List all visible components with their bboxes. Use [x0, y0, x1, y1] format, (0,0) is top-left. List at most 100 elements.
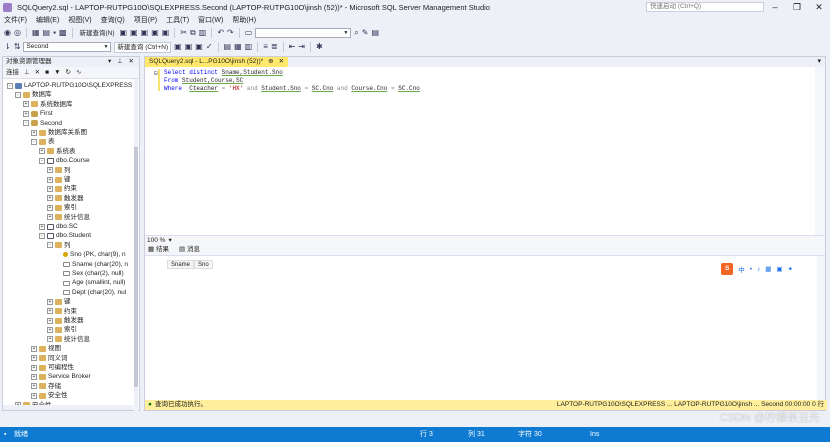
- collapse-icon[interactable]: -: [15, 92, 21, 99]
- available-databases-dropdown[interactable]: Second ▼: [23, 42, 112, 52]
- expand-icon[interactable]: +: [47, 317, 53, 324]
- tree-node[interactable]: - LAPTOP-RUTPG10O\SQLEXPRESS: [7, 81, 132, 90]
- tab-sqlquery2[interactable]: SQLQuery2.sql - L...PG10O\jinsh (52))* ⊕…: [145, 57, 289, 67]
- tree-node[interactable]: + 约束: [47, 184, 77, 193]
- debug-target-icon[interactable]: ▭: [245, 28, 253, 38]
- tools-icon[interactable]: ✦: [788, 265, 793, 273]
- refresh-icon[interactable]: ↻: [66, 67, 71, 79]
- collapse-icon[interactable]: -: [47, 242, 53, 249]
- panel-pin-icon[interactable]: ▾ ⊥ ✕: [108, 57, 139, 67]
- editor-scrollbar[interactable]: [815, 67, 825, 235]
- tree-node[interactable]: + 约束: [47, 307, 77, 316]
- expand-icon[interactable]: +: [47, 167, 53, 174]
- tree-node[interactable]: + 触发器: [47, 194, 84, 203]
- tree-node[interactable]: + 统计信息: [47, 213, 90, 222]
- expand-icon[interactable]: +: [31, 374, 37, 381]
- solution-config-dropdown[interactable]: ▼: [255, 28, 352, 38]
- chevron-down-icon[interactable]: ▾: [168, 236, 171, 245]
- menu-project[interactable]: 项目(P): [134, 15, 157, 25]
- cut-icon[interactable]: ✂: [180, 28, 187, 38]
- expand-icon[interactable]: +: [39, 148, 45, 155]
- expand-icon[interactable]: +: [47, 336, 53, 343]
- tree-node[interactable]: -列: [47, 241, 71, 250]
- column-header-sno[interactable]: Sno: [194, 260, 213, 269]
- expand-icon[interactable]: +: [47, 195, 53, 202]
- results-scrollbar[interactable]: [817, 256, 825, 402]
- collapse-icon[interactable]: -: [39, 233, 45, 240]
- quick-launch-input[interactable]: 快速启动 (Ctrl+Q): [646, 2, 764, 12]
- save-icon[interactable]: ▪: [53, 28, 56, 38]
- indent-icon[interactable]: ⇥: [298, 42, 305, 52]
- tab-overflow-icon[interactable]: ▾: [817, 57, 821, 67]
- execute-icon[interactable]: ▣: [174, 42, 182, 52]
- tab-messages[interactable]: ▤ 消息: [179, 245, 200, 255]
- tree-node[interactable]: + dbo.SC: [39, 222, 78, 231]
- tree-node[interactable]: + 列: [47, 166, 71, 175]
- parse-icon[interactable]: ✓: [206, 42, 213, 52]
- expand-icon[interactable]: +: [23, 101, 29, 108]
- tree-node[interactable]: Sname (char(20), n: [55, 260, 128, 269]
- menu-help[interactable]: 帮助(H): [232, 15, 256, 25]
- collapse-icon[interactable]: -: [23, 120, 29, 127]
- sogou-logo-icon[interactable]: S: [721, 263, 734, 275]
- minimize-button[interactable]: –: [764, 1, 786, 13]
- disconnect-icon[interactable]: ✕: [35, 67, 40, 79]
- tab-results[interactable]: ▦ 结果: [148, 245, 169, 255]
- skin-icon[interactable]: ▣: [776, 265, 782, 273]
- menu-query[interactable]: 查询(Q): [101, 15, 125, 25]
- collapse-icon[interactable]: -: [7, 82, 13, 89]
- expand-icon[interactable]: +: [39, 223, 45, 230]
- keyboard-icon[interactable]: ▦: [765, 265, 771, 273]
- filter-icon[interactable]: ▼: [54, 67, 60, 79]
- expand-icon[interactable]: +: [31, 383, 37, 390]
- comment-icon[interactable]: ≡: [263, 42, 268, 52]
- tree-node[interactable]: - dbo.Course: [39, 156, 90, 165]
- tree-node[interactable]: + 数据库关系图: [31, 128, 87, 137]
- results-text-icon[interactable]: ▤: [224, 42, 232, 52]
- tree-scrollbar-thumb[interactable]: [134, 147, 138, 387]
- tree-node[interactable]: + 索引: [47, 203, 77, 212]
- punctuation-icon[interactable]: •: [750, 266, 752, 273]
- tree-node[interactable]: + 索引: [47, 325, 77, 334]
- query-xmla-icon[interactable]: ▣: [151, 28, 159, 38]
- tree-node[interactable]: + 安全性: [31, 391, 68, 400]
- menu-file[interactable]: 文件(F): [4, 15, 27, 25]
- query-db-icon[interactable]: ▣: [120, 28, 128, 38]
- tree-node[interactable]: + 可编程性: [31, 363, 74, 372]
- tree-node[interactable]: Age (smallint, null): [55, 278, 125, 287]
- collapse-icon[interactable]: ⊟: [154, 70, 158, 77]
- copy-icon[interactable]: ⧉: [190, 28, 196, 38]
- specify-values-icon[interactable]: ✱: [316, 42, 323, 52]
- expand-icon[interactable]: +: [47, 308, 53, 315]
- debug-icon[interactable]: ▣: [185, 42, 193, 52]
- collapse-icon[interactable]: -: [39, 157, 45, 164]
- pin-icon[interactable]: ⊕: [268, 57, 273, 67]
- menu-edit[interactable]: 编辑(E): [36, 15, 59, 25]
- tree-horizontal-scrollbar[interactable]: [3, 405, 133, 410]
- close-tab-icon[interactable]: ✕: [279, 57, 284, 67]
- tree-node[interactable]: + Service Broker: [31, 372, 91, 381]
- zoom-dropdown[interactable]: 100 %: [147, 236, 165, 245]
- tree-node[interactable]: + 键: [47, 297, 71, 306]
- connect-icon[interactable]: ⇂: [4, 42, 11, 52]
- tree-node[interactable]: + 键: [47, 175, 71, 184]
- connect-button[interactable]: 连接: [6, 67, 19, 79]
- tree-node[interactable]: - dbo.Student: [39, 231, 91, 240]
- expand-icon[interactable]: +: [31, 364, 37, 371]
- editor-horizontal-scrollbar[interactable]: [785, 236, 825, 245]
- undo-icon[interactable]: ↶: [217, 28, 224, 38]
- outdent-icon[interactable]: ⇤: [289, 42, 296, 52]
- query-mdx-icon[interactable]: ▣: [130, 28, 138, 38]
- expand-icon[interactable]: +: [31, 355, 37, 362]
- menu-tools[interactable]: 工具(T): [166, 15, 189, 25]
- tree-node[interactable]: + 触发器: [47, 316, 84, 325]
- tree-node[interactable]: + 同义词: [31, 354, 68, 363]
- expand-icon[interactable]: +: [47, 176, 53, 183]
- menu-window[interactable]: 窗口(W): [198, 15, 223, 25]
- voice-icon[interactable]: ♪: [757, 266, 760, 273]
- toolbox-icon[interactable]: ▤: [371, 28, 379, 38]
- tree-node[interactable]: Dept (char(20), nul: [55, 288, 126, 297]
- find-icon[interactable]: ⌕: [354, 28, 358, 38]
- cancel-query-icon[interactable]: ▣: [195, 42, 203, 52]
- tree-node[interactable]: + 系统数据库: [23, 100, 73, 109]
